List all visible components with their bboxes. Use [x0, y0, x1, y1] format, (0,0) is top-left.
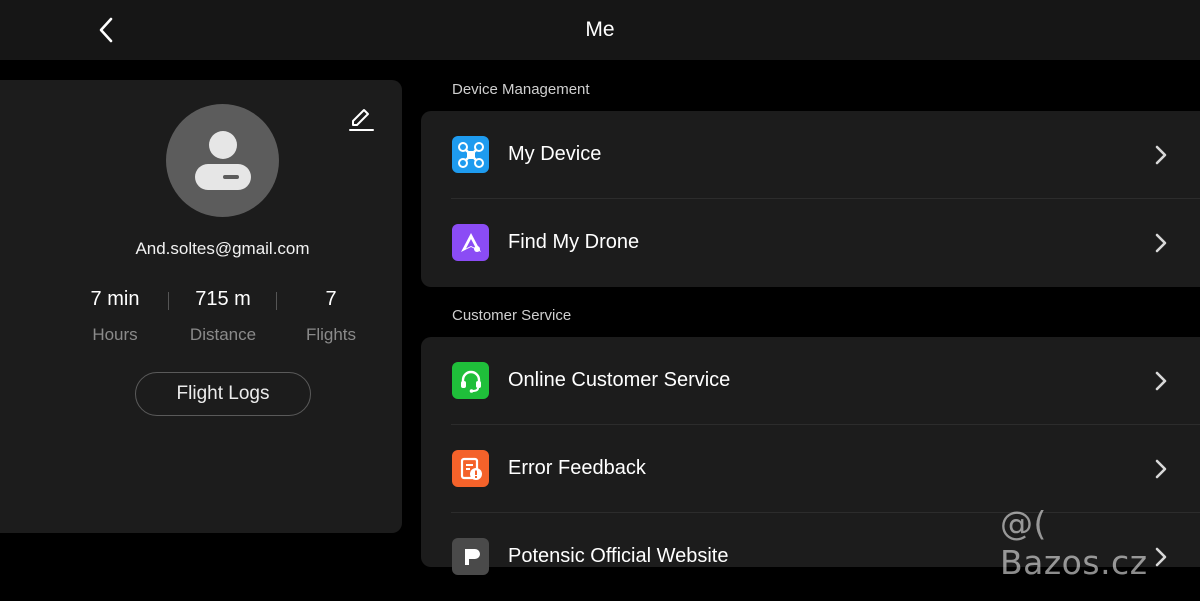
menu-item-label: Error Feedback: [508, 457, 646, 479]
watermark: @( Bazos.cz: [1000, 504, 1148, 582]
section-label-device-management: Device Management: [452, 81, 590, 98]
headset-icon: [452, 362, 489, 399]
device-management-group: My Device Find My Drone: [421, 111, 1200, 287]
stat-label: Hours: [92, 325, 138, 344]
top-bar: Me: [0, 0, 1200, 60]
chevron-right-icon: [1154, 371, 1168, 391]
avatar[interactable]: [166, 104, 279, 217]
chevron-right-icon: [1154, 459, 1168, 479]
menu-item-label: Potensic Official Website: [508, 545, 729, 567]
flight-logs-button[interactable]: Flight Logs: [135, 372, 311, 416]
stat-hours: 7 min Hours: [60, 288, 170, 345]
website-icon: [452, 538, 489, 575]
stat-label: Flights: [305, 325, 357, 344]
user-avatar-icon: [194, 130, 251, 190]
stat-flights: 7 Flights: [276, 288, 386, 345]
chevron-right-icon: [1154, 233, 1168, 253]
drone-icon: [452, 136, 489, 173]
stat-value: 7 min: [90, 288, 140, 310]
menu-item-find-my-drone[interactable]: Find My Drone: [421, 199, 1200, 287]
pencil-icon: [349, 109, 374, 131]
flight-stats: 7 min Hours 715 m Distance 7 Flights: [60, 288, 385, 348]
menu-item-label: Online Customer Service: [508, 369, 731, 391]
find-drone-icon: [452, 224, 489, 261]
page-title: Me: [585, 18, 615, 41]
profile-card: And.soltes@gmail.com 7 min Hours 715 m D…: [0, 80, 402, 533]
error-report-icon: [452, 450, 489, 487]
stat-value: 715 m: [195, 288, 251, 310]
chevron-right-icon: [1154, 145, 1168, 165]
edit-profile-button[interactable]: [346, 104, 376, 134]
section-label-customer-service: Customer Service: [452, 307, 572, 324]
stat-label: Distance: [189, 325, 257, 344]
menu-item-label: My Device: [508, 143, 602, 165]
menu-item-label: Find My Drone: [508, 231, 640, 253]
menu-item-my-device[interactable]: My Device: [421, 111, 1200, 199]
stat-distance: 715 m Distance: [168, 288, 278, 345]
menu-item-online-customer-service[interactable]: Online Customer Service: [421, 337, 1200, 425]
user-email: And.soltes@gmail.com: [135, 239, 310, 258]
menu-item-error-feedback[interactable]: Error Feedback: [421, 425, 1200, 513]
stat-value: 7: [325, 288, 337, 310]
